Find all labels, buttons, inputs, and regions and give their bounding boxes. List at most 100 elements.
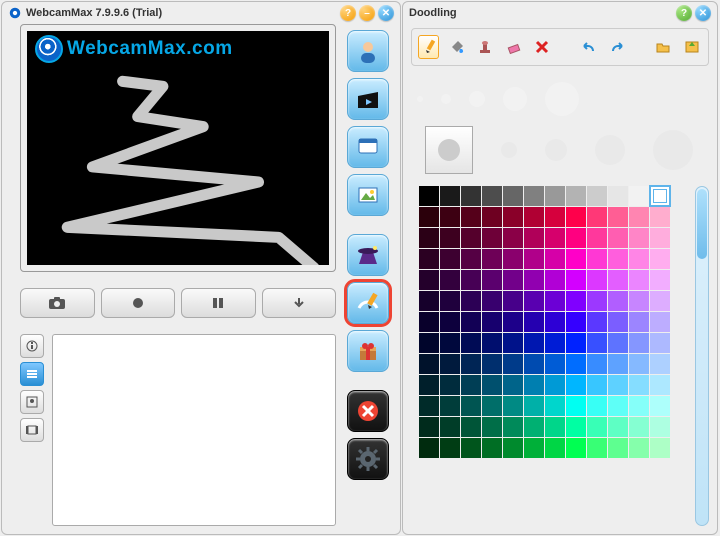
color-swatch[interactable] bbox=[440, 438, 460, 458]
color-swatch[interactable] bbox=[587, 207, 607, 227]
source-movie-button[interactable] bbox=[347, 78, 389, 120]
color-swatch[interactable] bbox=[461, 312, 481, 332]
color-swatch[interactable] bbox=[482, 291, 502, 311]
color-swatch[interactable] bbox=[503, 270, 523, 290]
color-swatch[interactable] bbox=[566, 354, 586, 374]
color-swatch[interactable] bbox=[566, 207, 586, 227]
color-swatch[interactable] bbox=[419, 291, 439, 311]
color-swatch[interactable] bbox=[461, 375, 481, 395]
settings-button[interactable] bbox=[347, 438, 389, 480]
color-swatch[interactable] bbox=[419, 249, 439, 269]
color-swatch[interactable] bbox=[608, 249, 628, 269]
color-swatch[interactable] bbox=[608, 396, 628, 416]
color-swatch[interactable] bbox=[482, 228, 502, 248]
color-swatch[interactable] bbox=[629, 333, 649, 353]
gifts-button[interactable] bbox=[347, 330, 389, 372]
info-tab-film[interactable] bbox=[20, 418, 44, 442]
color-swatch[interactable] bbox=[566, 228, 586, 248]
record-button[interactable] bbox=[101, 288, 176, 318]
eraser-tool[interactable] bbox=[503, 35, 523, 59]
color-swatch[interactable] bbox=[650, 249, 670, 269]
color-swatch[interactable] bbox=[650, 270, 670, 290]
color-swatch[interactable] bbox=[629, 228, 649, 248]
color-swatch[interactable] bbox=[587, 228, 607, 248]
color-swatch[interactable] bbox=[650, 396, 670, 416]
color-swatch[interactable] bbox=[440, 249, 460, 269]
brush-alt-4[interactable] bbox=[653, 130, 693, 170]
color-swatch[interactable] bbox=[419, 312, 439, 332]
fill-tool[interactable] bbox=[447, 35, 467, 59]
color-swatch[interactable] bbox=[524, 186, 544, 206]
color-swatch[interactable] bbox=[650, 333, 670, 353]
color-swatch[interactable] bbox=[608, 228, 628, 248]
color-swatch[interactable] bbox=[545, 417, 565, 437]
color-swatch[interactable] bbox=[482, 354, 502, 374]
color-swatch[interactable] bbox=[566, 333, 586, 353]
color-swatch[interactable] bbox=[461, 291, 481, 311]
source-image-button[interactable] bbox=[347, 174, 389, 216]
color-swatch[interactable] bbox=[629, 249, 649, 269]
color-swatch[interactable] bbox=[608, 438, 628, 458]
undo-tool[interactable] bbox=[578, 35, 598, 59]
color-swatch[interactable] bbox=[503, 375, 523, 395]
color-swatch[interactable] bbox=[461, 207, 481, 227]
color-swatch[interactable] bbox=[524, 333, 544, 353]
color-swatch[interactable] bbox=[608, 207, 628, 227]
source-desktop-button[interactable] bbox=[347, 126, 389, 168]
color-swatch[interactable] bbox=[650, 438, 670, 458]
brush-size-xs[interactable] bbox=[417, 96, 423, 102]
color-swatch[interactable] bbox=[629, 375, 649, 395]
doodling-help-button[interactable]: ? bbox=[676, 5, 692, 21]
color-swatch[interactable] bbox=[566, 438, 586, 458]
color-swatch[interactable] bbox=[545, 291, 565, 311]
color-swatch[interactable] bbox=[482, 207, 502, 227]
clear-tool[interactable] bbox=[532, 35, 552, 59]
source-person-button[interactable] bbox=[347, 30, 389, 72]
color-swatch[interactable] bbox=[503, 207, 523, 227]
brush-size-l[interactable] bbox=[503, 87, 527, 111]
color-swatch[interactable] bbox=[650, 228, 670, 248]
color-swatch[interactable] bbox=[440, 333, 460, 353]
color-swatch[interactable] bbox=[440, 228, 460, 248]
color-swatch[interactable] bbox=[440, 375, 460, 395]
color-swatch[interactable] bbox=[419, 207, 439, 227]
color-swatch[interactable] bbox=[587, 375, 607, 395]
color-swatch[interactable] bbox=[524, 312, 544, 332]
brush-alt-1[interactable] bbox=[501, 142, 517, 158]
color-swatch[interactable] bbox=[608, 291, 628, 311]
color-swatch[interactable] bbox=[440, 207, 460, 227]
color-swatch[interactable] bbox=[545, 186, 565, 206]
color-swatch[interactable] bbox=[566, 417, 586, 437]
titlebar-button-1[interactable]: ? bbox=[340, 5, 356, 21]
color-swatch[interactable] bbox=[545, 249, 565, 269]
color-swatch[interactable] bbox=[608, 417, 628, 437]
open-tool[interactable] bbox=[653, 35, 673, 59]
color-swatch[interactable] bbox=[545, 270, 565, 290]
color-swatch[interactable] bbox=[461, 270, 481, 290]
color-swatch[interactable] bbox=[650, 375, 670, 395]
color-swatch[interactable] bbox=[524, 249, 544, 269]
color-swatch[interactable] bbox=[482, 270, 502, 290]
color-swatch[interactable] bbox=[566, 186, 586, 206]
color-swatch[interactable] bbox=[482, 375, 502, 395]
color-swatch[interactable] bbox=[440, 312, 460, 332]
color-swatch[interactable] bbox=[587, 186, 607, 206]
color-swatch[interactable] bbox=[545, 354, 565, 374]
color-swatch[interactable] bbox=[503, 438, 523, 458]
color-swatch[interactable] bbox=[587, 270, 607, 290]
color-swatch[interactable] bbox=[440, 291, 460, 311]
color-swatch[interactable] bbox=[629, 438, 649, 458]
brush-alt-3[interactable] bbox=[595, 135, 625, 165]
color-swatch[interactable] bbox=[524, 438, 544, 458]
color-swatch[interactable] bbox=[629, 417, 649, 437]
color-swatch[interactable] bbox=[524, 291, 544, 311]
color-swatch[interactable] bbox=[440, 396, 460, 416]
color-swatch[interactable] bbox=[482, 417, 502, 437]
color-swatch[interactable] bbox=[461, 228, 481, 248]
current-brush-preview[interactable] bbox=[425, 126, 473, 174]
redo-tool[interactable] bbox=[607, 35, 627, 59]
close-button[interactable]: ✕ bbox=[378, 5, 394, 21]
color-swatch[interactable] bbox=[440, 354, 460, 374]
color-swatch[interactable] bbox=[524, 228, 544, 248]
color-swatch[interactable] bbox=[461, 333, 481, 353]
